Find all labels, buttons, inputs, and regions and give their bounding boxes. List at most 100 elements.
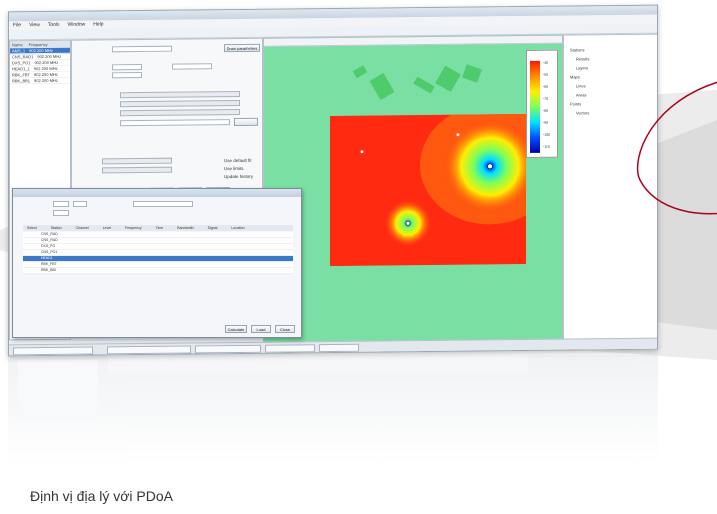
dialog-table-row[interactable]: HEAD1 — [23, 256, 293, 262]
menu-view[interactable]: View — [29, 21, 40, 30]
dialog-date-field[interactable] — [133, 201, 193, 207]
dialog-field-3[interactable] — [53, 210, 69, 216]
station-frequency: 902.200 MHz — [34, 71, 58, 78]
layer-tree-item[interactable]: Maps — [570, 74, 580, 79]
dialog-table-cell: CNS_RAD — [41, 232, 58, 236]
calculate-button[interactable]: Calculate — [225, 325, 247, 333]
dialog-table-cell: HEAD1 — [41, 256, 53, 260]
dialog-table-cell: CNS_PO1 — [41, 250, 58, 254]
menu-file[interactable]: File — [13, 21, 21, 30]
dialog-column-header[interactable]: Signal — [208, 225, 218, 231]
coord-field-1[interactable] — [120, 90, 240, 99]
station-name: HEAD1_1 — [12, 66, 30, 72]
dialog-table-row[interactable]: CNS_RAD — [23, 238, 293, 244]
legend-tick-label: -100 — [543, 132, 551, 137]
layer-tree-item[interactable]: Areas — [576, 92, 586, 97]
highlight-arc — [636, 81, 717, 215]
legend-tick-label: -60 — [543, 84, 549, 89]
option-field-1[interactable] — [102, 157, 172, 165]
dialog-table-row[interactable]: CNS_RAD — [23, 232, 293, 238]
station-name: RBK_FBT — [12, 72, 31, 78]
dialog-column-header[interactable]: Bandwidth — [177, 225, 193, 231]
layer-tree-item[interactable]: Lines — [576, 83, 586, 88]
dialog-column-header[interactable]: Channel — [76, 225, 89, 231]
caption: Định vị địa lý với PDoA — [30, 488, 174, 504]
legend-tick-label: -80 — [543, 108, 549, 113]
properties-panel: Draw parameters Use default fit Use limi… — [71, 37, 263, 200]
dialog-table-row[interactable]: DXS_PO — [23, 244, 293, 250]
coord-field-2[interactable] — [120, 99, 240, 108]
map-building — [352, 65, 368, 79]
station-frequency: 902.200 MHz — [34, 77, 58, 84]
map-building — [435, 65, 461, 92]
heatmap-graphic — [330, 113, 526, 267]
dialog-column-header[interactable]: Level — [103, 225, 111, 231]
station-rows: AMS_1 902.200 MHz CNS_RAD1 902.200 MHz DXS_P… — [10, 47, 70, 85]
layer-tree-item[interactable]: Results — [576, 56, 589, 61]
load-button[interactable]: Load — [251, 325, 271, 333]
dialog-field-2[interactable] — [73, 201, 87, 207]
document-tab[interactable] — [195, 344, 261, 354]
close-button[interactable]: Close — [275, 325, 295, 333]
layer-tree-item[interactable]: Layers — [576, 65, 588, 70]
dialog-table-row[interactable]: CNS_PO1 — [23, 250, 293, 256]
dialog-column-header[interactable]: Frequency — [125, 225, 142, 231]
legend-tick-label: -50 — [543, 72, 549, 77]
menu-window[interactable]: Window — [68, 21, 86, 30]
map-building — [413, 76, 435, 94]
station-frequency: 902.200 MHz — [29, 47, 53, 54]
layer-tree-item[interactable]: Stations — [570, 47, 584, 52]
menu-tools[interactable]: Tools — [48, 21, 60, 30]
browse-button[interactable] — [234, 117, 258, 127]
dialog-table-cell: CNS_RAD — [41, 238, 58, 242]
station-frequency: 902.200 MHz — [33, 65, 58, 72]
dialog-column-header[interactable]: Station — [51, 225, 62, 231]
calculation-dialog: Select Station Channel Level Frequency Time Ba… — [12, 188, 302, 338]
heatmap-overlay — [330, 113, 526, 267]
dialog-title-bar — [13, 189, 301, 197]
station-frequency: 902.200 MHz — [37, 53, 62, 60]
menu-help[interactable]: Help — [93, 20, 103, 29]
use-limits-checkbox[interactable]: Use limits — [224, 166, 244, 171]
document-tab[interactable] — [265, 344, 315, 353]
map-toolbar — [264, 35, 563, 47]
dialog-table-cell: DXS_PO — [41, 244, 56, 248]
dialog-field-1[interactable] — [53, 201, 69, 207]
screenshot-stage: File View Tools Window Help Name Frequen… — [0, 0, 717, 514]
emitter-marker[interactable] — [487, 163, 493, 170]
document-tab[interactable] — [107, 345, 191, 355]
dialog-table-row[interactable]: RBK_BBI — [23, 268, 293, 274]
draw-parameters-button[interactable]: Draw parameters — [224, 43, 260, 53]
param-field-3[interactable] — [172, 63, 212, 70]
heatmap-legend: -40 -50 -60 -70 -80 -90 -100 -110 — [526, 49, 558, 158]
map-building — [462, 64, 482, 83]
layer-tree-item[interactable]: Points — [570, 101, 581, 106]
dialog-column-header[interactable]: Location — [231, 225, 244, 231]
document-tab[interactable] — [319, 343, 359, 353]
coord-field-3[interactable] — [120, 108, 240, 117]
name-field[interactable] — [112, 45, 172, 53]
dialog-column-header[interactable]: Time — [156, 225, 164, 231]
dialog-column-header[interactable]: Select — [27, 225, 37, 231]
emitter-marker[interactable] — [405, 220, 411, 226]
param-field-2[interactable] — [112, 72, 142, 79]
layer-tree-item[interactable]: Vectors — [576, 110, 589, 115]
station-name: RBK_BB1 — [12, 78, 31, 84]
station-frequency: 902.200 MHz — [34, 59, 59, 66]
map-building — [369, 72, 395, 101]
station-name: CNS_RAD1 — [12, 54, 34, 60]
path-field[interactable] — [120, 119, 230, 127]
legend-tick-label: -110 — [543, 144, 550, 149]
map-view[interactable]: -40 -50 -60 -70 -80 -90 -100 -110 — [263, 34, 563, 356]
dialog-table-header: Select Station Channel Level Frequency Time Ba… — [23, 225, 293, 231]
use-default-fit-checkbox[interactable]: Use default fit — [224, 158, 252, 163]
legend-tick-label: -90 — [543, 120, 549, 125]
legend-tick-label: -70 — [543, 96, 549, 101]
param-field-1[interactable] — [112, 64, 142, 71]
option-field-2[interactable] — [102, 166, 172, 174]
update-history-checkbox[interactable]: Update history — [224, 174, 253, 179]
station-name: DXS_PO1 — [12, 60, 31, 66]
station-name: AMS_1 — [12, 48, 26, 54]
station-row[interactable]: RBK_BB1 902.200 MHz — [10, 77, 70, 85]
dialog-table-row[interactable]: RBK_FBT — [23, 262, 293, 268]
